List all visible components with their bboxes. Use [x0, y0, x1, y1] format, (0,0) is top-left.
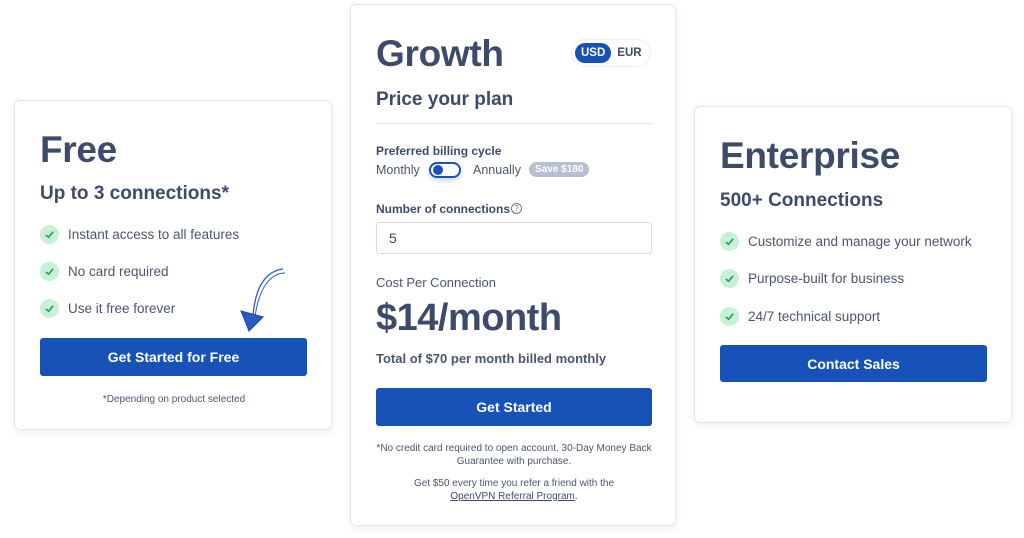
price: $14/month — [376, 297, 562, 339]
connections-input[interactable] — [376, 222, 652, 254]
check-icon — [40, 225, 59, 244]
help-icon[interactable]: ? — [511, 203, 522, 214]
plan-title: Enterprise — [720, 135, 901, 176]
cost-label: Cost Per Connection — [376, 275, 496, 290]
save-badge: Save $180 — [529, 162, 590, 177]
guarantee-note: *No credit card required to open account… — [376, 443, 652, 467]
referral-program-link[interactable]: OpenVPN Referral Program — [450, 491, 575, 502]
get-started-button[interactable]: Get Started — [376, 388, 652, 426]
check-icon — [40, 299, 59, 318]
free-plan-card: Free Up to 3 connections* Instant access… — [14, 100, 332, 430]
billing-cycle-toggle[interactable] — [429, 162, 461, 178]
growth-plan-card: Growth USD EUR Price your plan Preferred… — [350, 4, 676, 526]
feature-label: Purpose-built for business — [748, 271, 905, 286]
referral-period: . — [574, 491, 578, 502]
currency-eur[interactable]: EUR — [611, 43, 647, 63]
feature-label: Use it free forever — [68, 301, 176, 316]
plan-title: Growth — [376, 33, 504, 74]
hand-drawn-arrow-icon — [240, 268, 286, 332]
plan-title: Free — [40, 129, 117, 170]
enterprise-plan-card: Enterprise 500+ Connections Customize an… — [694, 106, 1012, 423]
feature-item: No card required — [40, 262, 169, 281]
check-icon — [720, 307, 739, 326]
plan-subtitle: 500+ Connections — [720, 190, 884, 211]
feature-item: Use it free forever — [40, 299, 175, 318]
referral-text: Get $50 every time you refer a friend wi… — [413, 478, 615, 489]
check-icon — [720, 232, 739, 251]
toggle-knob — [433, 165, 443, 175]
check-icon — [40, 262, 59, 281]
currency-switch: USD EUR — [571, 39, 651, 67]
total-price: Total of $70 per month billed monthly — [376, 351, 607, 366]
billing-cycle-label: Preferred billing cycle — [376, 144, 502, 158]
plan-subtitle: Price your plan — [376, 89, 514, 110]
referral-note: Get $50 every time you refer a friend wi… — [376, 477, 652, 503]
feature-item: Customize and manage your network — [720, 232, 972, 251]
footnote: *Depending on product selected — [102, 394, 246, 405]
currency-usd[interactable]: USD — [575, 43, 612, 63]
feature-label: Customize and manage your network — [748, 234, 972, 249]
feature-label: 24/7 technical support — [748, 309, 881, 324]
plan-subtitle: Up to 3 connections* — [40, 183, 229, 204]
feature-item: Instant access to all features — [40, 225, 239, 244]
feature-item: 24/7 technical support — [720, 307, 880, 326]
get-started-free-button[interactable]: Get Started for Free — [40, 338, 307, 376]
feature-label: No card required — [68, 264, 169, 279]
check-icon — [720, 269, 739, 288]
divider — [376, 123, 652, 124]
connections-label: Number of connections — [376, 202, 511, 216]
billing-monthly-label[interactable]: Monthly — [376, 163, 420, 177]
billing-annually-label[interactable]: Annually — [473, 163, 521, 177]
feature-label: Instant access to all features — [68, 227, 240, 242]
contact-sales-button[interactable]: Contact Sales — [720, 345, 987, 382]
feature-item: Purpose-built for business — [720, 269, 904, 288]
